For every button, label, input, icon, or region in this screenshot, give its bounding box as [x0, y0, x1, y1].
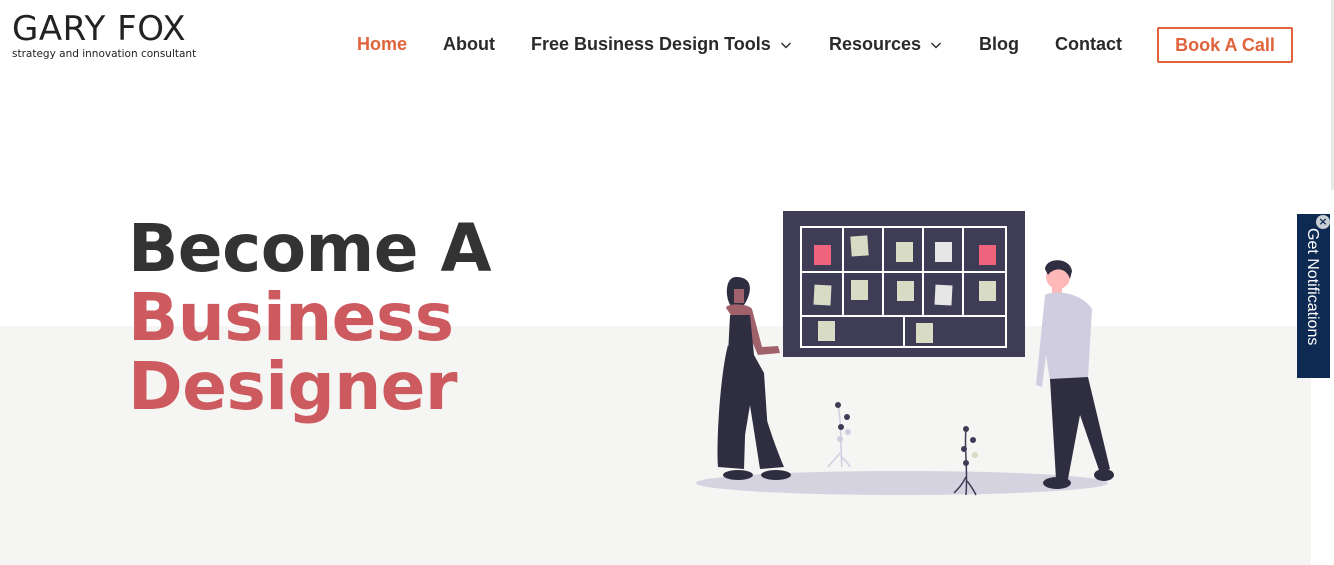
- nav-item-label: Free Business Design Tools: [531, 34, 771, 54]
- nav-item-about[interactable]: About: [443, 34, 495, 55]
- nav-item-label: Blog: [979, 34, 1019, 54]
- site-header: GARY FOX strategy and innovation consult…: [0, 0, 1334, 90]
- get-notifications-tab[interactable]: Get Notifications ×: [1297, 214, 1330, 378]
- plant-right-buds: [961, 426, 978, 466]
- notifications-label: Get Notifications: [1304, 228, 1321, 346]
- nav-item-label: About: [443, 34, 495, 54]
- book-a-call-button[interactable]: Book A Call: [1157, 27, 1293, 63]
- hero-title-line-1: Become A: [128, 210, 492, 287]
- kanban-board: [783, 211, 1025, 357]
- hero-title: Become A Business Designer: [128, 210, 492, 425]
- hero-title-line-3: Designer: [128, 348, 458, 425]
- woman-figure: [717, 277, 791, 480]
- logo-name: GARY FOX: [12, 9, 187, 49]
- close-icon[interactable]: ×: [1316, 215, 1330, 229]
- nav-item-label: Contact: [1055, 34, 1122, 54]
- man-figure: [1036, 260, 1114, 489]
- nav-item-blog[interactable]: Blog: [979, 34, 1019, 55]
- chevron-down-icon: [930, 39, 942, 51]
- hero-illustration: [696, 211, 1114, 496]
- nav-item-resources[interactable]: Resources: [829, 34, 942, 55]
- nav-item-label: Home: [357, 34, 408, 54]
- nav-item-label: Resources: [829, 34, 922, 54]
- logo-tagline: strategy and innovation consultant: [12, 48, 197, 60]
- nav-item-contact[interactable]: Contact: [1055, 34, 1122, 55]
- site-logo[interactable]: GARY FOX strategy and innovation consult…: [12, 10, 196, 61]
- chevron-down-icon: [780, 39, 792, 51]
- nav-item-home[interactable]: Home: [357, 34, 407, 55]
- nav-item-free-business-design-tools[interactable]: Free Business Design Tools: [531, 34, 792, 55]
- plant-left-buds: [835, 402, 851, 442]
- hero-title-line-2: Business: [128, 279, 454, 356]
